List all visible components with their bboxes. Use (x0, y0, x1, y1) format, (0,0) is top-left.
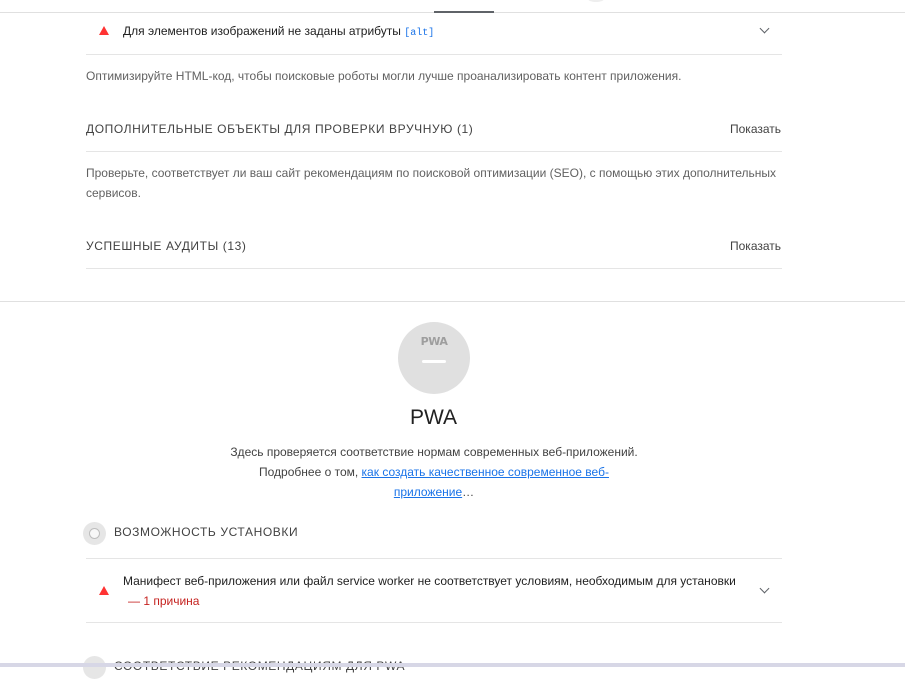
fail-triangle-icon (99, 26, 109, 35)
gauge-bottom-edge (583, 0, 609, 2)
show-button[interactable]: Показать (730, 239, 781, 253)
group-header-installable[interactable]: ВОЗМОЖНОСТЬ УСТАНОВКИ (86, 514, 782, 559)
pwa-gauge-dash-icon (422, 360, 446, 363)
group-title-text: УСПЕШНЫЕ АУДИТЫ (86, 239, 219, 253)
audit-row-image-alt[interactable]: Для элементов изображений не заданы атри… (86, 12, 782, 55)
learn-more-link[interactable]: как создать качественное современное веб… (362, 465, 609, 499)
code-snippet: [alt] (404, 28, 435, 39)
group-header-passed[interactable]: УСПЕШНЫЕ АУДИТЫ (13) Показать (86, 226, 782, 269)
group-description: Проверьте, соответствует ли ваш сайт рек… (86, 166, 777, 200)
group-count: (1) (456, 122, 474, 136)
category-title: PWA (409, 406, 458, 429)
group-count: (13) (222, 239, 247, 253)
audit-row-installable-manifest[interactable]: Манифест веб-приложения или файл service… (86, 559, 782, 623)
bottom-scroll-edge (0, 663, 905, 667)
group-title: ДОПОЛНИТЕЛЬНЫЕ ОБЪЕКТЫ ДЛЯ ПРОВЕРКИ ВРУЧ… (86, 122, 473, 136)
group-header-manual[interactable]: ДОПОЛНИТЕЛЬНЫЕ ОБЪЕКТЫ ДЛЯ ПРОВЕРКИ ВРУЧ… (86, 110, 782, 152)
chevron-down-icon[interactable] (759, 23, 770, 34)
pwa-optimized-group-icon (83, 656, 106, 679)
group-title: УСПЕШНЫЕ АУДИТЫ (13) (86, 239, 247, 253)
fail-triangle-icon (99, 586, 109, 595)
group-title: ВОЗМОЖНОСТЬ УСТАНОВКИ (114, 525, 299, 539)
pwa-gauge-label: PWA (420, 335, 448, 348)
group-title-text: ДОПОЛНИТЕЛЬНЫЕ ОБЪЕКТЫ ДЛЯ ПРОВЕРКИ ВРУЧ… (86, 122, 453, 136)
category-description: Здесь проверяется соответствие нормам со… (224, 442, 644, 502)
ellipsis: … (462, 485, 475, 499)
pwa-gauge[interactable]: PWA (398, 322, 470, 394)
audit-title: Манифест веб-приложения или файл service… (123, 574, 736, 588)
audit-title: Для элементов изображений не заданы атри… (123, 24, 434, 39)
audit-title-text: Для элементов изображений не заданы атри… (123, 24, 401, 38)
show-button[interactable]: Показать (730, 122, 781, 136)
group-description: Оптимизируйте HTML-код, чтобы поисковые … (86, 69, 682, 83)
fail-reason: — 1 причина (128, 594, 200, 608)
category-divider (0, 301, 905, 302)
chevron-down-icon[interactable] (759, 583, 770, 594)
